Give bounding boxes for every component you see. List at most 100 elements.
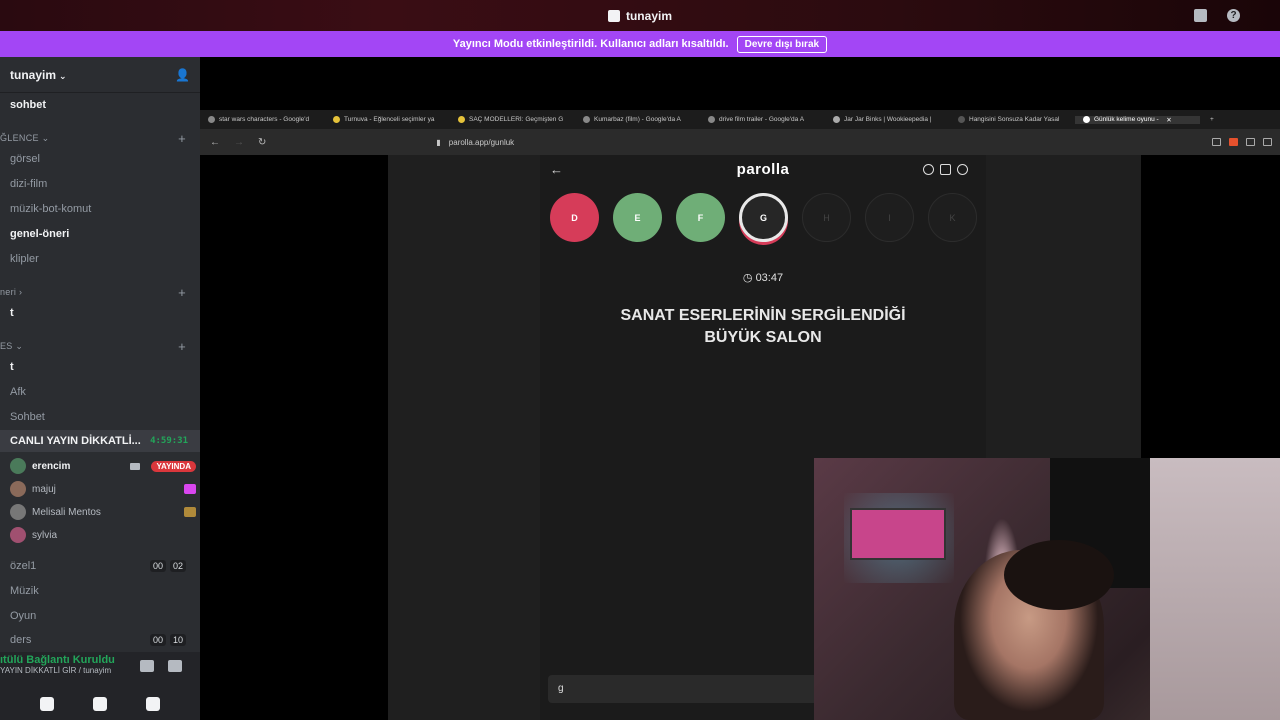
game-header: ← parolla (540, 155, 986, 183)
channel-dizi-film[interactable]: dizi-film (0, 173, 200, 195)
title-bar: tunayim ? (0, 0, 1280, 31)
disconnect-icon[interactable] (168, 660, 182, 672)
channel-muzik-bot-komut[interactable]: müzik-bot-komut (0, 198, 200, 220)
voice-channel-ozel1[interactable]: özel1 00 02 (0, 555, 200, 577)
avatar (10, 527, 26, 543)
letter-i: I (865, 193, 914, 242)
browser-toolbar: ← → ↻ ▮ parolla.app/gunluk (200, 129, 1280, 155)
letter-g: G (739, 193, 788, 242)
channel-genel-oneri[interactable]: genel-öneri (0, 223, 200, 245)
channel-gorsel[interactable]: görsel (0, 148, 200, 170)
browser-tab[interactable]: SAÇ MODELLERİ: Geçmişten G (450, 116, 575, 123)
favicon-icon (708, 116, 715, 123)
live-badge: YAYINDA (151, 460, 196, 472)
server-name: tunayim (10, 67, 57, 82)
clock-icon: ◷ (742, 272, 753, 284)
close-tab-icon[interactable]: ✕ (1163, 116, 1171, 124)
letter-f: F (676, 193, 725, 242)
add-channel-icon[interactable]: + (178, 339, 186, 354)
camera-icon (130, 462, 140, 470)
background-monitor (850, 508, 946, 560)
add-channel-icon[interactable]: + (178, 285, 186, 300)
server-header[interactable]: tunayim ⌄ 👤 (0, 57, 200, 93)
countdown-timer: ◷ 03:47 (742, 272, 784, 284)
window-title: tunayim (607, 8, 672, 23)
live-timer: 4:59:31 (150, 436, 188, 446)
letter-e: E (613, 193, 662, 242)
forward-icon[interactable]: → (234, 137, 244, 148)
voice-channel-afk[interactable]: Afk (0, 381, 200, 403)
letter-wheel: D E F G H I K (550, 193, 977, 242)
browser-tab[interactable]: drive film trailer - Google'da A (700, 116, 825, 123)
browser-tab[interactable]: Hangisini Sonsuza Kadar Yasal (950, 116, 1075, 123)
soundboard-icon[interactable] (146, 697, 161, 711)
webcam-overlay (814, 458, 1280, 720)
noise-suppression-icon[interactable] (140, 660, 154, 672)
add-channel-icon[interactable]: + (178, 131, 186, 146)
share-icon[interactable] (1212, 138, 1221, 146)
channel-t[interactable]: t (0, 302, 200, 324)
arrow-left-icon[interactable]: ← (550, 162, 563, 177)
new-tab-icon[interactable]: + (1200, 116, 1214, 123)
avatar (10, 504, 26, 520)
question-text: SANAT ESERLERİNİN SERGİLENDİĞİ BÜYÜK SAL… (620, 307, 906, 346)
sidebar-icon[interactable] (1246, 138, 1255, 146)
browser-tabs: star wars characters - Google'd Turnuva … (200, 110, 1280, 129)
category-oneri[interactable]: neri › + (0, 284, 200, 300)
voice-user-melisali[interactable]: Melisali Mentos (10, 502, 196, 522)
channel-sohbet[interactable]: sohbet (0, 94, 200, 116)
bookmark-icon[interactable]: ▮ (436, 138, 440, 147)
add-friend-icon[interactable]: 👤 (175, 68, 190, 82)
screen-share-icon[interactable] (39, 697, 54, 711)
browser-tab[interactable]: star wars characters - Google'd (200, 116, 325, 123)
avatar (10, 458, 26, 474)
info-icon[interactable] (923, 163, 934, 175)
favicon-icon (208, 116, 215, 123)
voice-user-majuj[interactable]: majuj (10, 479, 196, 499)
back-icon[interactable]: ← (210, 137, 220, 148)
category-es[interactable]: ES ⌄ + (0, 338, 200, 354)
activities-icon[interactable] (92, 697, 107, 711)
voice-channel-live[interactable]: CANLI YAYIN DİKKATLİ... 4:59:31 (0, 430, 200, 452)
voice-user-erencim[interactable]: erencim YAYINDA (10, 456, 196, 476)
channel-klipler[interactable]: klipler (0, 248, 200, 270)
favicon-icon (958, 116, 965, 123)
disable-streamer-mode-button[interactable]: Devre dışı bırak (736, 35, 828, 53)
voice-user-sylvia[interactable]: sylvia (10, 525, 196, 545)
favicon-icon (583, 116, 590, 123)
chevron-down-icon: ⌄ (59, 70, 67, 81)
avatar (10, 481, 26, 497)
brand-title: parolla (736, 160, 790, 178)
activity-icon (184, 507, 196, 517)
voice-status-panel: ıtülü Bağlantı Kuruldu YAYIN DİKKATLİ Gİ… (0, 652, 200, 688)
letter-h: H (802, 193, 851, 242)
browser-tab-active[interactable]: Günlük kelime oyunu - ✕ (1075, 115, 1200, 124)
activity-icon (184, 484, 196, 494)
reload-icon[interactable]: ↻ (258, 137, 266, 148)
voice-channel-muzik[interactable]: Müzik (0, 580, 200, 602)
voice-channel-ders[interactable]: ders 00 10 (0, 629, 200, 651)
wallet-icon[interactable] (1263, 138, 1272, 146)
letter-k: K (928, 193, 977, 242)
letter-d: D (550, 193, 599, 242)
favicon-icon (458, 116, 465, 123)
brave-shield-icon[interactable] (1229, 138, 1238, 146)
voice-channel-t[interactable]: t (0, 356, 200, 378)
browser-tab[interactable]: Jar Jar Binks | Wookieepedia | (825, 116, 950, 123)
channel-counts: 00 02 (149, 560, 186, 572)
favicon-icon (333, 116, 340, 123)
window-title-text: tunayim (625, 8, 672, 23)
channel-counts: 00 10 (149, 634, 186, 646)
inbox-icon[interactable] (1194, 9, 1207, 22)
voice-channel-oyun[interactable]: Oyun (0, 605, 200, 627)
stats-icon[interactable] (940, 163, 951, 175)
url-field[interactable]: parolla.app/gunluk (449, 138, 514, 147)
browser-tab[interactable]: Kumarbaz (film) - Google'da A (575, 116, 700, 123)
help-icon[interactable]: ? (1227, 9, 1240, 22)
browser-tab[interactable]: Turnuva - Eğlenceli seçimler ya (325, 116, 450, 123)
favicon-icon (1083, 116, 1090, 123)
voice-channel-sohbet[interactable]: Sohbet (0, 406, 200, 428)
favicon-icon (833, 116, 840, 123)
profile-icon[interactable] (957, 163, 968, 175)
category-eglence[interactable]: ĞLENCE ⌄ + (0, 130, 200, 146)
